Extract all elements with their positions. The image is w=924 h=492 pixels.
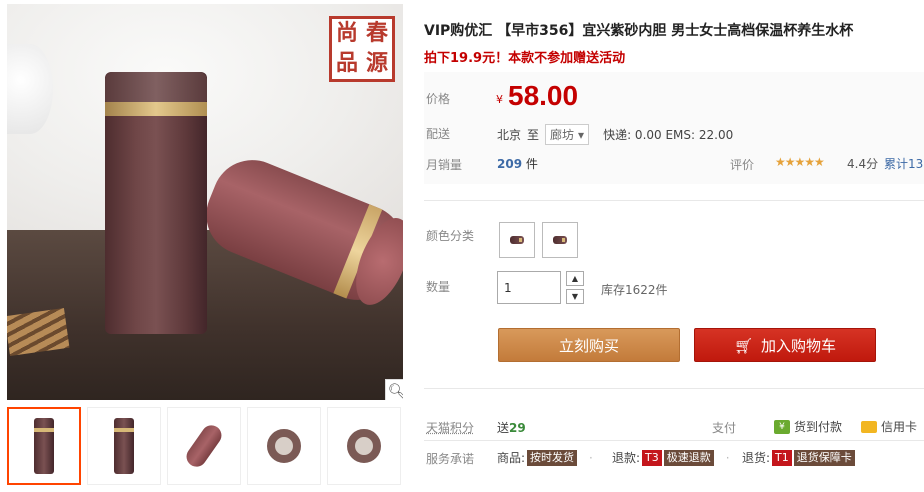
return-code-badge: T1 [772,449,792,466]
sales-count: 209 [497,157,523,171]
quantity-input[interactable] [497,271,561,304]
tmall-points: 送29 [497,421,526,435]
tmall-points-label[interactable]: 天猫积分 [426,419,474,436]
cart-icon: 🛒︎ [733,337,754,355]
color-category-label: 颜色分类 [426,229,475,243]
credit-card-icon [861,420,877,433]
stock-count: 库存1622件 [601,283,668,297]
service-label: 服务承诺 [426,452,475,466]
cumulative-reviews-link[interactable]: 累计13 [884,155,923,172]
ship-from: 北京 [497,128,522,142]
brand-seal-logo: 尚 春 品 源 [329,16,395,82]
divider [424,200,924,201]
thumbnail-strip [7,404,403,488]
divider [424,440,924,441]
service-return: 退货: T1 退货保障卡 [742,449,855,466]
promo-text: 拍下19.9元！本款不参加赠送活动 [424,51,626,66]
return-guarantee-badge[interactable]: 退货保障卡 [793,449,855,466]
monthly-sales-label: 月销量 [426,158,463,172]
magnifier-icon[interactable]: 🔍︎ [385,379,403,400]
product-info: VIP购优汇 【早市356】宜兴紫砂内胆 男士女士高档保温杯养生水杯 拍下19.… [424,0,924,492]
main-product-image[interactable]: 尚 春 品 源 🔍︎ [7,4,403,400]
vase-decoration [7,44,53,134]
payment-credit: 信用卡 [861,418,917,435]
refund-code-badge: T3 [642,449,662,466]
stick-decoration [7,308,70,356]
divider [424,388,924,389]
points-value: 29 [509,421,526,435]
cash-on-delivery-icon: ¥ [774,419,790,434]
monthly-sales: 209 件 [497,155,538,172]
ship-to-word: 至 [527,128,540,142]
buy-now-button[interactable]: 立刻购买 [498,328,680,362]
thumbnail-2[interactable] [87,407,161,485]
price-label: 价格 [426,92,451,106]
thumbnail-1[interactable] [7,407,81,485]
destination-select[interactable]: 廊坊 ▾ [545,124,590,145]
chevron-down-icon: ▾ [578,127,585,142]
rating-label: 评价 [730,158,755,172]
standing-cup [105,72,207,334]
thumbnail-5[interactable] [327,407,401,485]
thumbnail-4[interactable] [247,407,321,485]
service-refund: 退款: T3 极速退款 · [612,449,730,466]
payment-label: 支付 [712,421,737,435]
product-gallery: 尚 春 品 源 🔍︎ [0,0,404,492]
color-option-2[interactable] [542,222,578,258]
fast-refund-badge[interactable]: 极速退款 [663,449,714,466]
add-to-cart-button[interactable]: 🛒︎ 加入购物车 [694,328,876,362]
sales-unit: 件 [525,157,538,171]
quantity-increase-button[interactable]: ▲ [566,271,584,286]
shipping-fee: 快递: 0.00 EMS: 22.00 [603,128,734,142]
shipping-info: 北京 至 廊坊 ▾ 快递: 0.00 EMS: 22.00 [497,124,733,145]
quantity-label: 数量 [426,280,451,294]
price-value: 58.00 [508,80,579,111]
thumbnail-3[interactable] [167,407,241,485]
color-option-1[interactable] [499,222,535,258]
currency-symbol: ¥ [496,93,503,106]
quantity-decrease-button[interactable]: ▼ [566,289,584,304]
on-time-delivery-badge[interactable]: 按时发货 [527,449,578,466]
rating-score: 4.4分 [847,157,879,171]
star-rating-icon: ★★★★★ [775,155,825,169]
shipping-label: 配送 [426,127,451,141]
payment-cod: ¥ 货到付款 [774,418,842,435]
product-title: VIP购优汇 【早市356】宜兴紫砂内胆 男士女士高档保温杯养生水杯 [424,23,854,39]
service-goods: 商品: 按时发货 · [497,449,593,466]
